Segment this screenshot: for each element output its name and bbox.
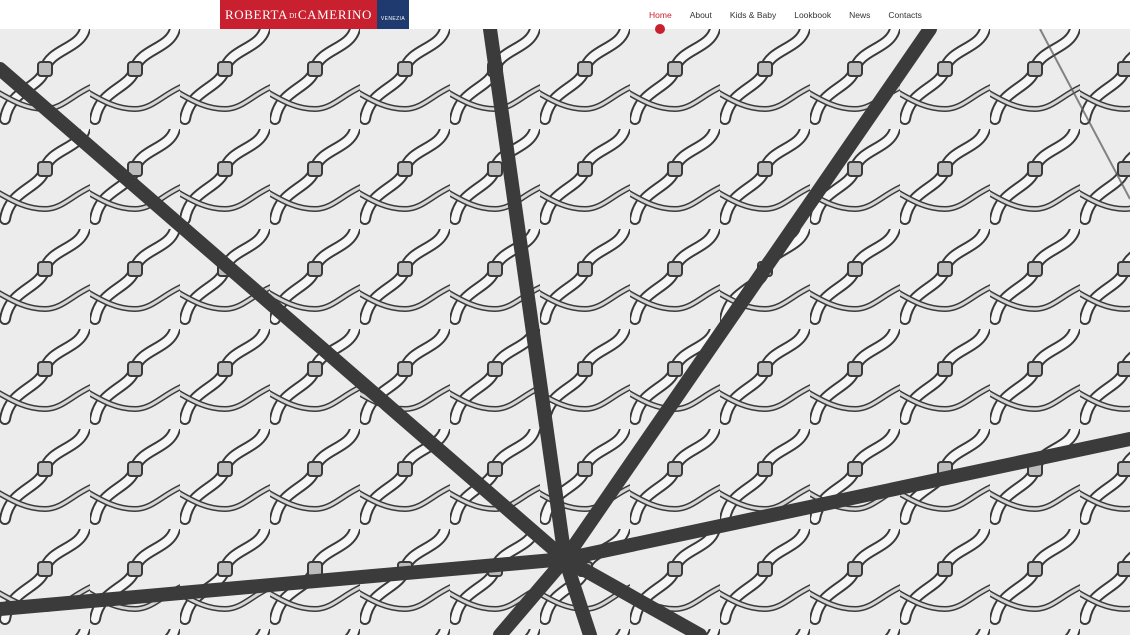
logo-wordmark-first: ROBERTA xyxy=(225,6,289,22)
nav-item-contacts[interactable]: Contacts xyxy=(879,0,931,29)
page: ROBERTA DI CAMERINO VENEZIA Home About K… xyxy=(0,0,1130,635)
nav-item-label: Lookbook xyxy=(794,10,832,20)
nav-item-label: Kids & Baby xyxy=(729,10,777,20)
logo-wordmark-di: DI xyxy=(289,11,297,20)
site-header: ROBERTA DI CAMERINO VENEZIA Home About K… xyxy=(0,0,1130,34)
hero-banner xyxy=(0,29,1130,635)
logo-city: VENEZIA xyxy=(377,0,409,29)
nav-item-home[interactable]: Home xyxy=(640,0,681,34)
main-nav: Home About Kids & Baby Lookbook News Con… xyxy=(640,0,931,34)
nav-item-lookbook[interactable]: Lookbook xyxy=(785,0,840,29)
nav-item-label: Contacts xyxy=(888,10,922,20)
nav-item-kids-baby[interactable]: Kids & Baby xyxy=(721,0,785,29)
nav-item-news[interactable]: News xyxy=(840,0,879,29)
nav-item-about[interactable]: About xyxy=(681,0,721,29)
logo-wordmark: ROBERTA DI CAMERINO xyxy=(220,0,377,29)
hero-illustration xyxy=(0,29,1130,635)
logo-wordmark-last: CAMERINO xyxy=(297,6,372,22)
nav-item-label: News xyxy=(849,10,871,20)
nav-item-label: About xyxy=(689,10,712,20)
brand-logo[interactable]: ROBERTA DI CAMERINO VENEZIA xyxy=(220,0,409,29)
nav-item-label: Home xyxy=(649,10,672,20)
